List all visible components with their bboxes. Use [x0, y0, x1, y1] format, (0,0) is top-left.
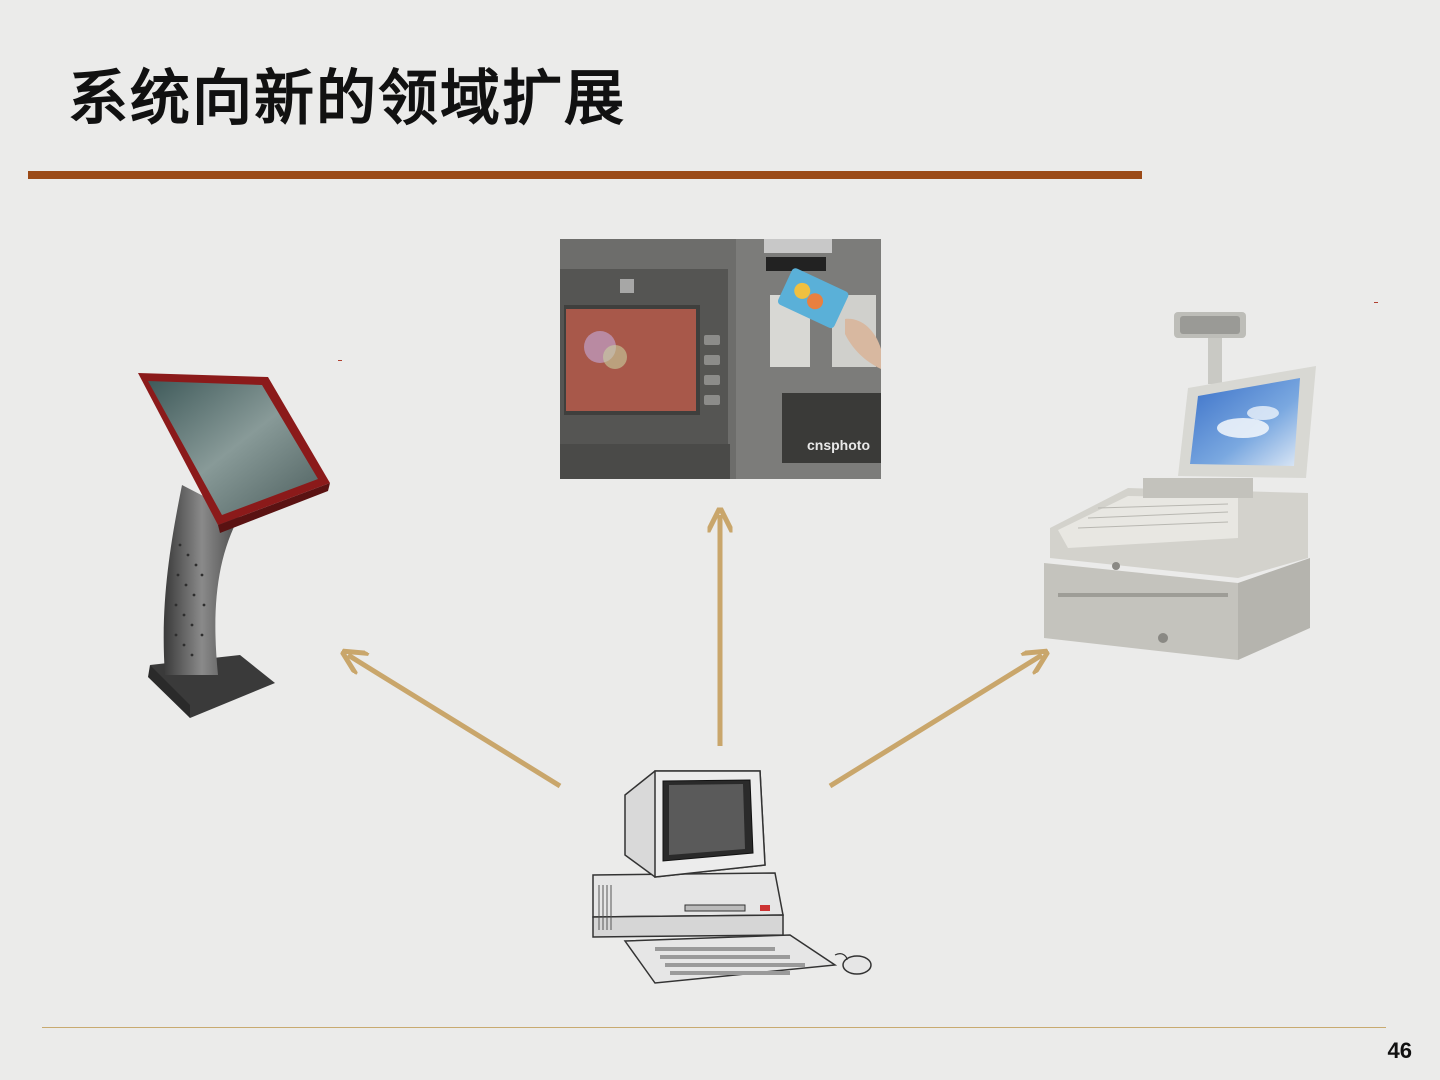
footer-divider	[42, 1027, 1386, 1028]
atm-photo: cnsphoto	[560, 239, 881, 479]
kiosk-icon	[138, 373, 330, 718]
page-number: 46	[1387, 1038, 1412, 1063]
cash-register-icon	[1044, 312, 1316, 660]
slide-title: 系统向新的领域扩展	[68, 64, 626, 134]
arrow-to-kiosk	[348, 655, 562, 789]
stray-mark	[1374, 302, 1378, 303]
atm-icon: cnsphoto	[560, 239, 881, 479]
atm-watermark: cnsphoto	[807, 437, 870, 453]
stray-mark	[338, 360, 342, 361]
desktop-computer-icon	[592, 770, 872, 984]
title-divider	[28, 171, 1142, 179]
